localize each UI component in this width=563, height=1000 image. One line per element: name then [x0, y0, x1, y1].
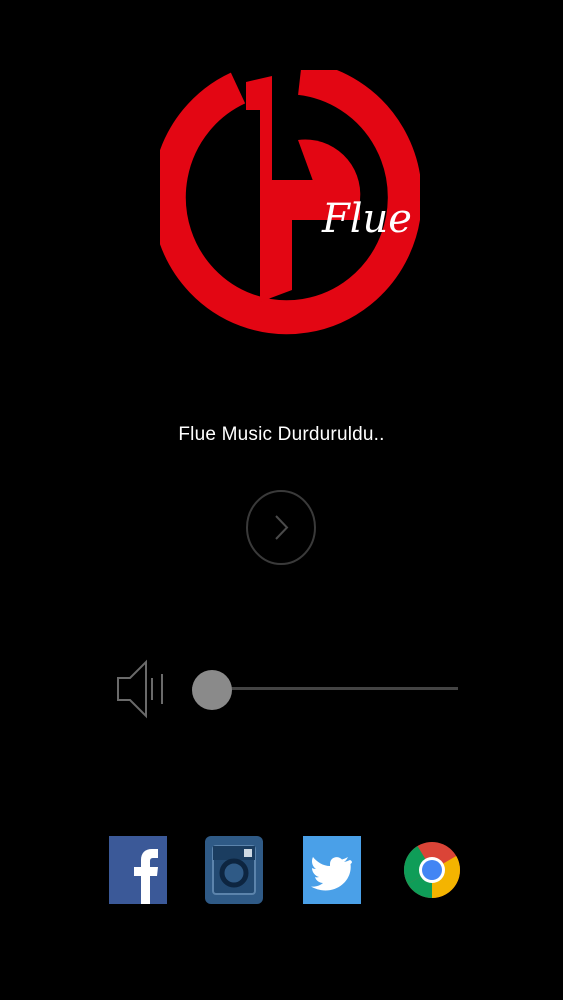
speaker-icon[interactable] — [112, 656, 172, 722]
twitter-icon[interactable] — [303, 836, 361, 904]
volume-slider[interactable] — [192, 665, 464, 715]
flue-logo: Flue — [160, 70, 420, 340]
chrome-icon[interactable] — [403, 836, 461, 904]
facebook-icon[interactable] — [109, 836, 167, 904]
logo-text: Flue — [321, 196, 412, 242]
chevron-right-icon — [246, 490, 316, 565]
playback-status-text: Flue Music Durduruldu.. — [178, 424, 385, 445]
play-button[interactable] — [246, 490, 316, 565]
volume-slider-thumb[interactable] — [192, 670, 232, 710]
instagram-icon[interactable] — [205, 836, 263, 904]
